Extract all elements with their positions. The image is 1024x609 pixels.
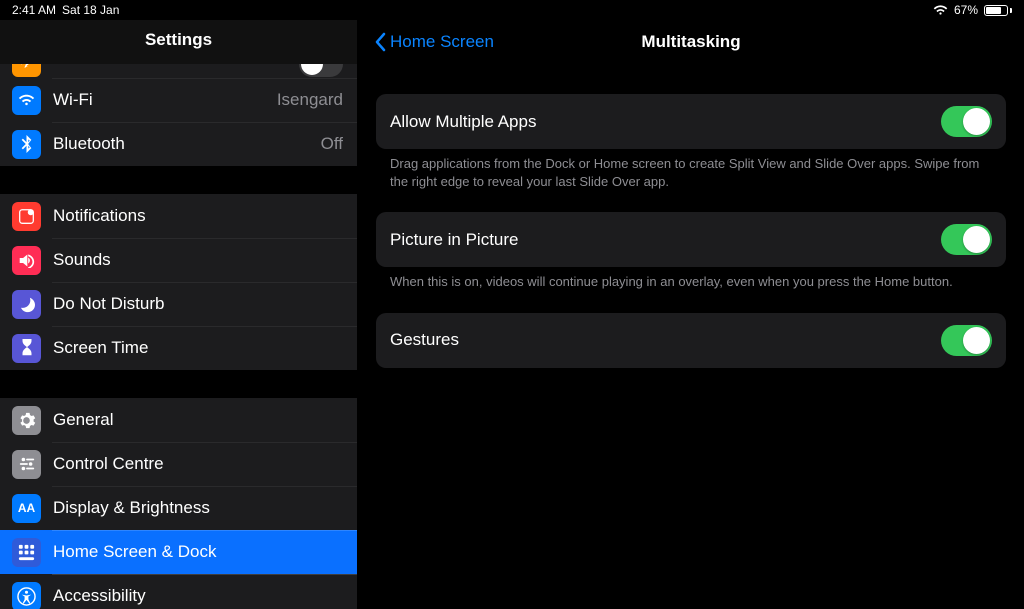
screentime-icon (12, 334, 41, 363)
settings-sidebar: Settings ✈︎ Airplane Mode Wi-Fi Isengard (0, 20, 358, 609)
sidebar-item-label: Accessibility (53, 586, 343, 606)
setting-label: Picture in Picture (390, 230, 941, 250)
sidebar-title: Settings (0, 20, 357, 64)
sounds-icon (12, 246, 41, 275)
chevron-left-icon (374, 32, 386, 52)
allow-multiple-apps-toggle[interactable] (941, 106, 992, 137)
setting-description: Drag applications from the Dock or Home … (376, 149, 1006, 190)
sidebar-item-display[interactable]: AA Display & Brightness (0, 486, 357, 530)
battery-pct: 67% (954, 3, 978, 17)
sidebar-item-general[interactable]: General (0, 398, 357, 442)
sidebar-item-bluetooth[interactable]: Bluetooth Off (0, 122, 357, 166)
sidebar-item-dnd[interactable]: Do Not Disturb (0, 282, 357, 326)
dnd-icon (12, 290, 41, 319)
setting-label: Allow Multiple Apps (390, 112, 941, 132)
setting-allow-multiple-apps: Allow Multiple Apps Drag applications fr… (376, 94, 1006, 190)
sidebar-item-label: Sounds (53, 250, 343, 270)
setting-gestures: Gestures (376, 313, 1006, 368)
sidebar-item-control-centre[interactable]: Control Centre (0, 442, 357, 486)
sidebar-item-sounds[interactable]: Sounds (0, 238, 357, 282)
back-label: Home Screen (390, 32, 494, 52)
status-time: 2:41 AM (12, 3, 56, 17)
sidebar-item-label: Notifications (53, 206, 343, 226)
sidebar-item-screentime[interactable]: Screen Time (0, 326, 357, 370)
sidebar-item-home-screen[interactable]: Home Screen & Dock (0, 530, 357, 574)
status-date: Sat 18 Jan (62, 3, 119, 17)
sidebar-item-label: General (53, 410, 343, 430)
picture-in-picture-toggle[interactable] (941, 224, 992, 255)
sidebar-item-label: Home Screen & Dock (53, 542, 343, 562)
airplane-toggle[interactable] (299, 64, 343, 77)
sidebar-item-label: Screen Time (53, 338, 343, 358)
home-dock-icon (12, 538, 41, 567)
status-bar: 2:41 AM Sat 18 Jan 67% (0, 0, 1024, 20)
control-centre-icon (12, 450, 41, 479)
airplane-icon: ✈︎ (12, 64, 41, 77)
accessibility-icon (12, 582, 41, 609)
sidebar-item-detail: Off (321, 134, 343, 154)
notifications-icon (12, 202, 41, 231)
back-button[interactable]: Home Screen (374, 32, 494, 52)
sidebar-item-accessibility[interactable]: Accessibility (0, 574, 357, 609)
sidebar-item-label: Control Centre (53, 454, 343, 474)
setting-label: Gestures (390, 330, 941, 350)
battery-icon (984, 5, 1012, 16)
sidebar-item-wifi[interactable]: Wi-Fi Isengard (0, 78, 357, 122)
bluetooth-icon (12, 130, 41, 159)
display-icon: AA (12, 494, 41, 523)
general-icon (12, 406, 41, 435)
wifi-settings-icon (12, 86, 41, 115)
setting-description: When this is on, videos will continue pl… (376, 267, 1006, 291)
detail-pane: Home Screen Multitasking Allow Multiple … (358, 20, 1024, 609)
wifi-icon (933, 5, 948, 16)
sidebar-item-label: Display & Brightness (53, 498, 343, 518)
sidebar-item-notifications[interactable]: Notifications (0, 194, 357, 238)
sidebar-item-label: Do Not Disturb (53, 294, 343, 314)
sidebar-item-label: Wi-Fi (53, 90, 269, 110)
sidebar-item-label: Bluetooth (53, 134, 313, 154)
setting-picture-in-picture: Picture in Picture When this is on, vide… (376, 212, 1006, 291)
sidebar-item-detail: Isengard (277, 90, 343, 110)
gestures-toggle[interactable] (941, 325, 992, 356)
sidebar-item-airplane[interactable]: ✈︎ Airplane Mode (0, 64, 357, 78)
